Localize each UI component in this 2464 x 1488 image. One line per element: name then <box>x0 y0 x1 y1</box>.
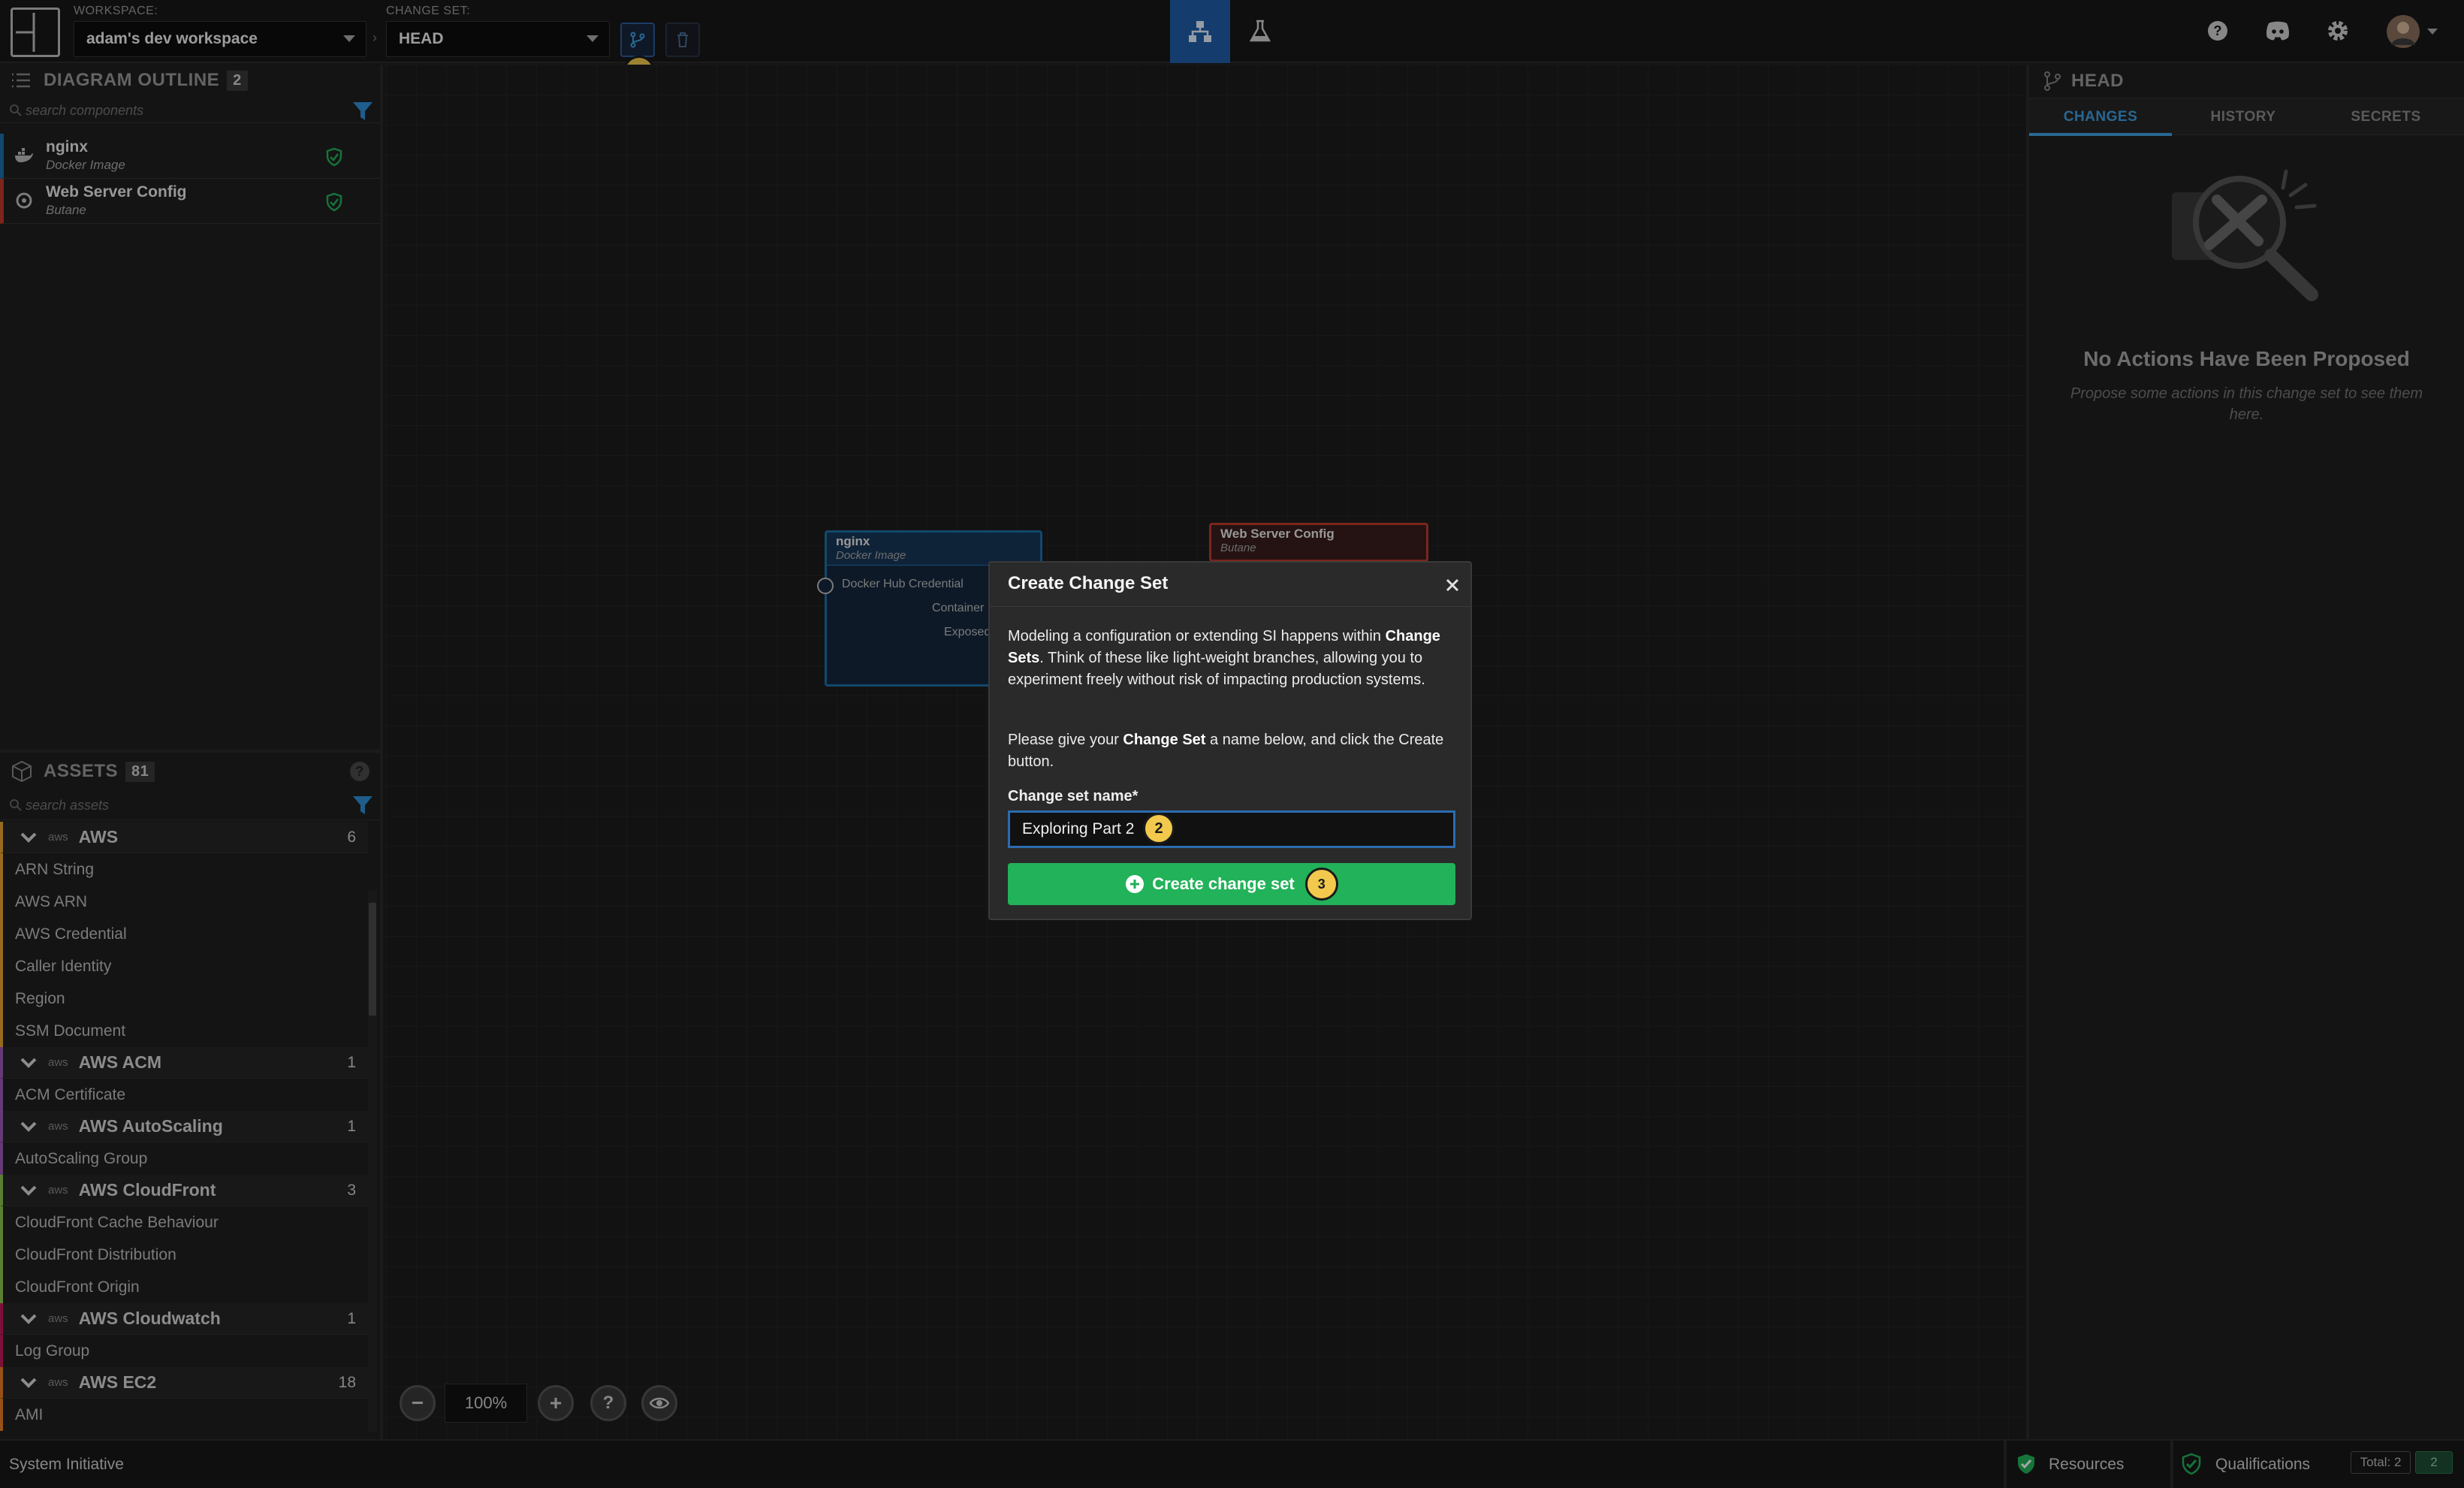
field-label: Change set name* <box>1008 788 1139 804</box>
modal-description: Modeling a configuration or extending SI… <box>1008 626 1455 691</box>
button-label: Create change set <box>1152 874 1295 893</box>
modal-instructions: Please give your Change Set a name below… <box>1008 729 1455 773</box>
plus-circle-icon <box>1126 875 1145 893</box>
desc-bold: Change Set <box>1123 732 1206 748</box>
changeset-name-input[interactable] <box>1008 810 1455 848</box>
desc-text: . Think of these like light-weight branc… <box>1008 650 1425 688</box>
desc-text: Please give your <box>1008 732 1123 748</box>
close-button[interactable] <box>1442 575 1463 596</box>
modal-title: Create Change Set <box>1008 573 1169 593</box>
create-changeset-modal: Create Change Set Modeling a configurati… <box>988 561 1472 920</box>
create-changeset-submit-button[interactable]: Create change set 3 <box>1008 863 1455 905</box>
modal-divider <box>990 606 1470 607</box>
step-badge-3: 3 <box>1304 868 1338 901</box>
desc-text: Modeling a configuration or extending SI… <box>1008 628 1386 644</box>
step-badge-2: 2 <box>1143 813 1175 844</box>
close-icon <box>1446 578 1459 592</box>
